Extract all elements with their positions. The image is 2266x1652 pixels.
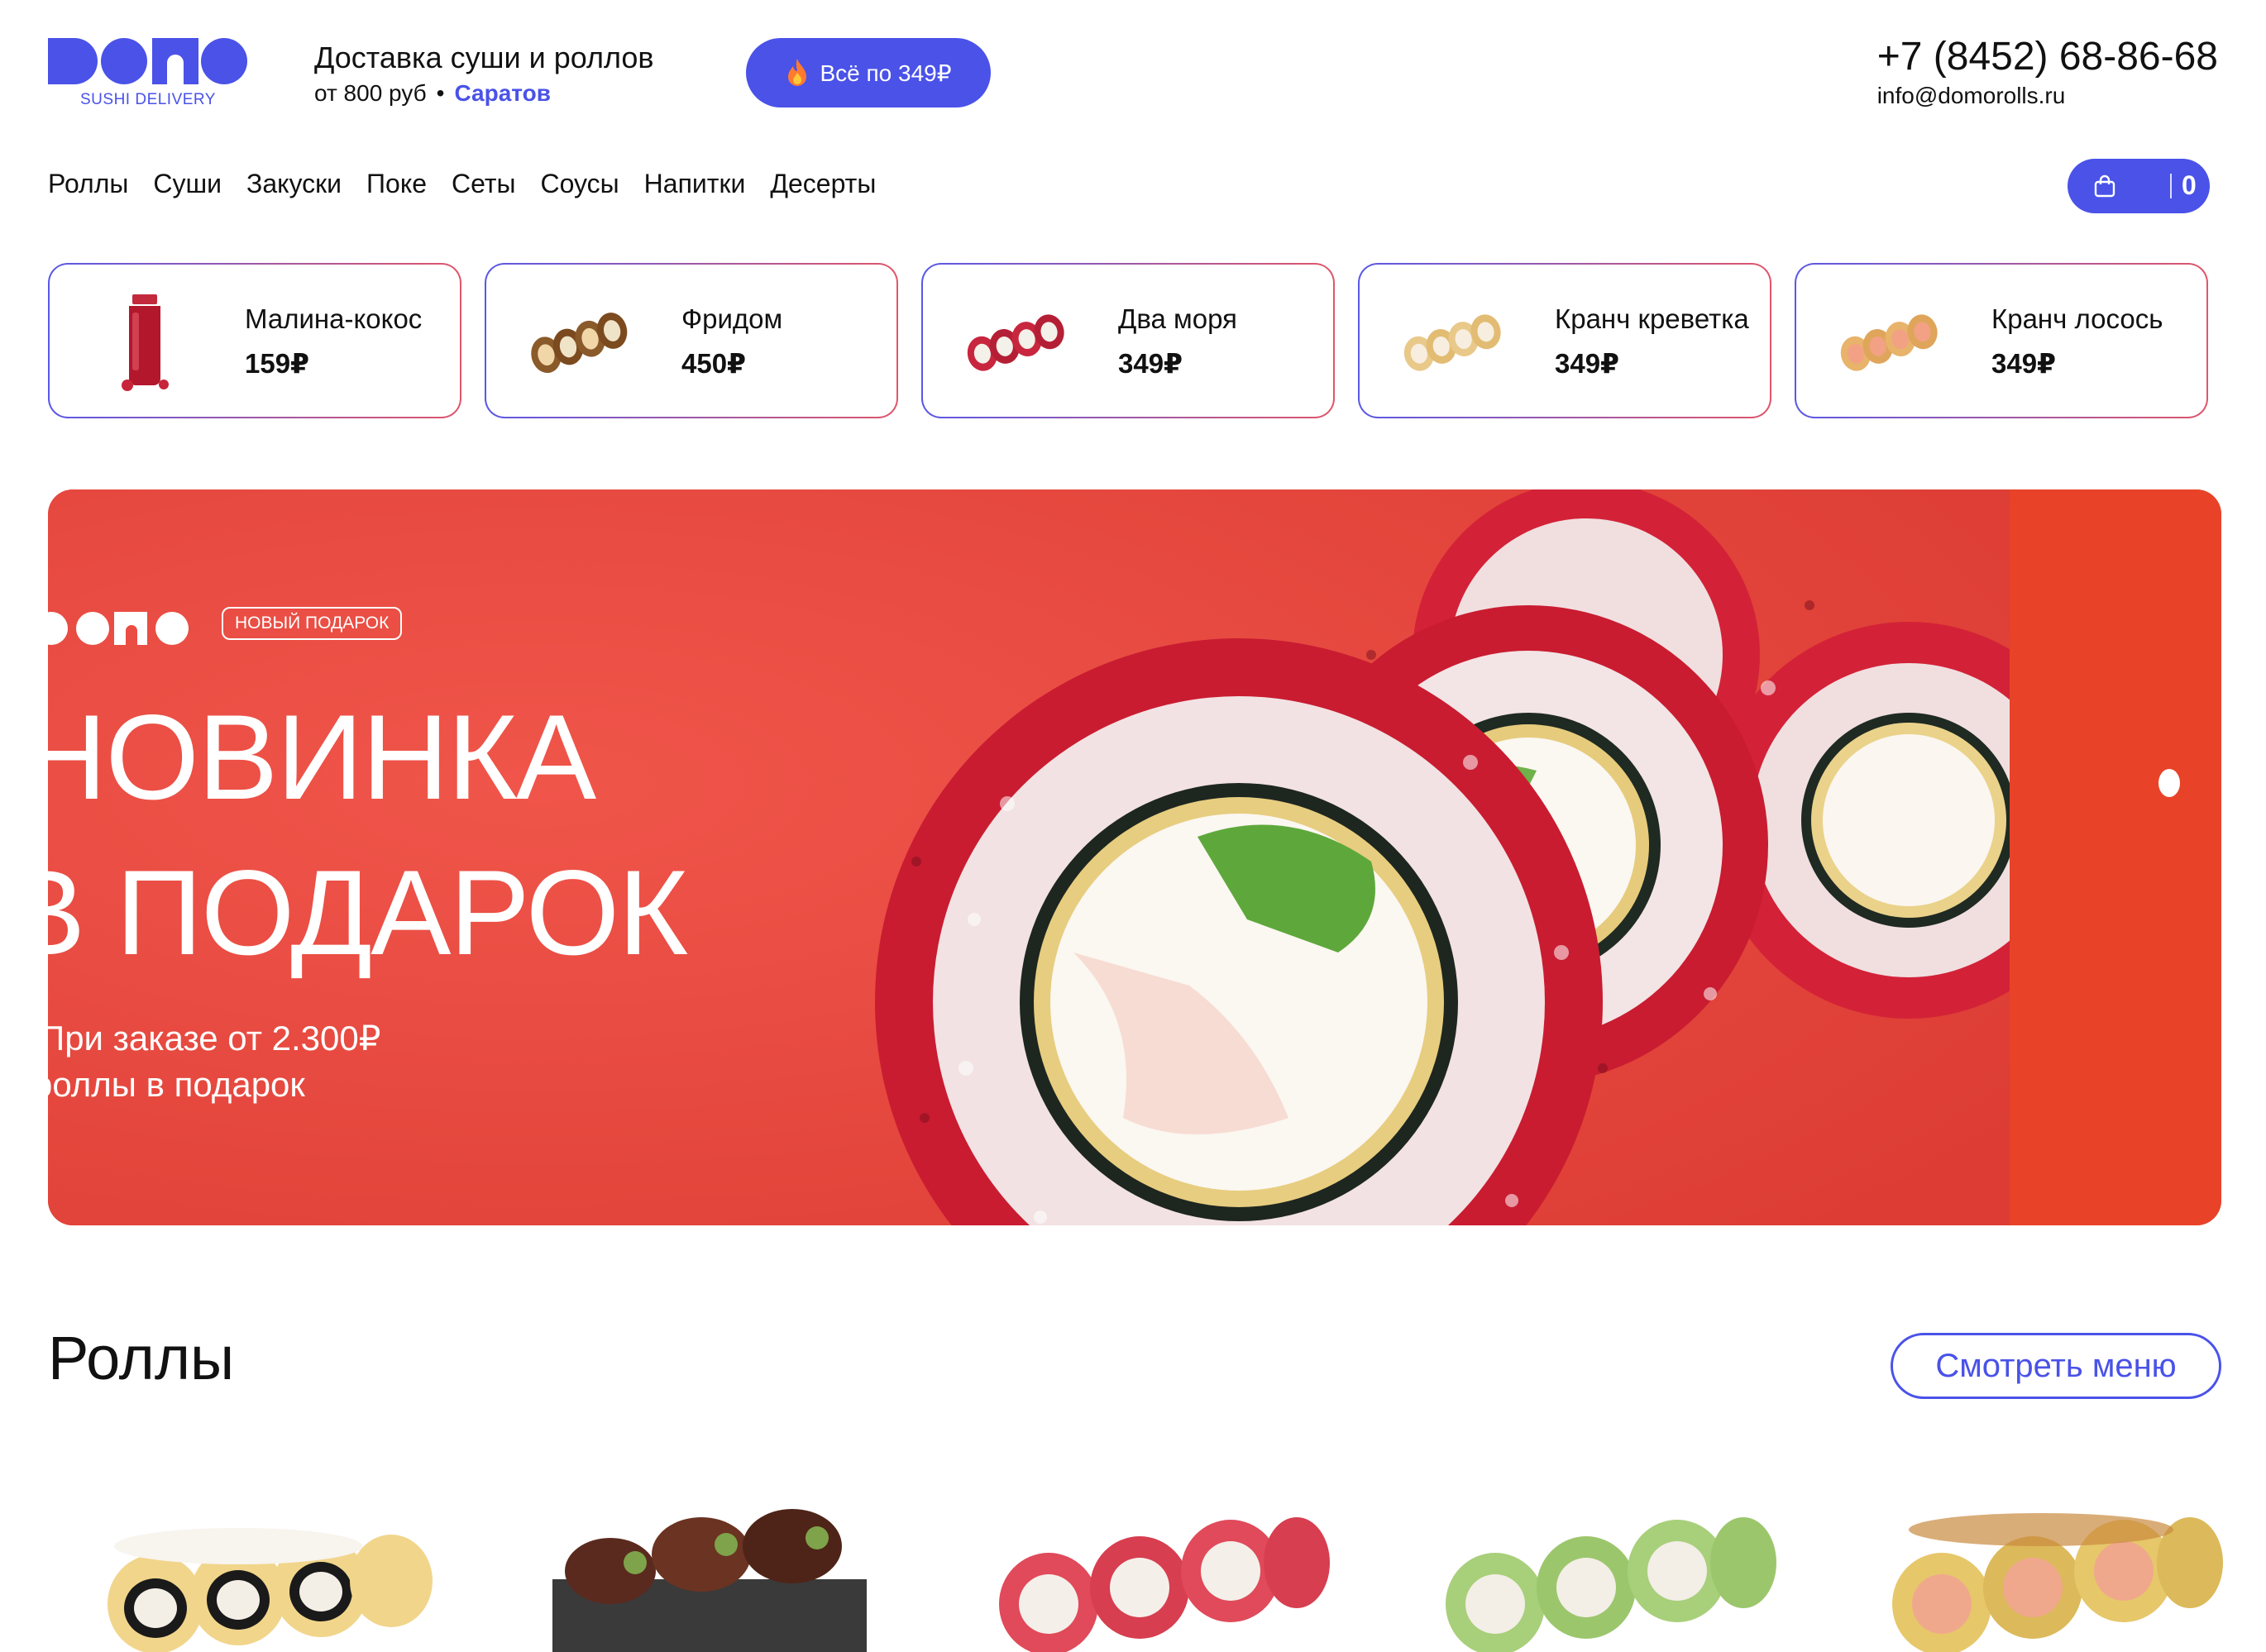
delivery-conditions: от 800 руб • Саратов	[314, 78, 654, 109]
nav-item-poke[interactable]: Поке	[366, 169, 427, 199]
contacts: +7 (8452) 68-86-68 info@domorolls.ru	[1877, 33, 2218, 111]
banner-logo	[48, 612, 189, 645]
promo-349-button[interactable]: Всё по 349₽	[746, 38, 991, 107]
featured-card[interactable]: Кранч лосось 349₽	[1795, 263, 2208, 418]
phone-link[interactable]: +7 (8452) 68-86-68	[1877, 33, 2218, 81]
roll-product-image[interactable]	[536, 1505, 883, 1652]
roll-product-image[interactable]	[1429, 1505, 1776, 1652]
cart-count: 0	[2182, 170, 2197, 200]
product-price: 159₽	[245, 347, 310, 379]
banner-title-line-1: НОВИНКА	[48, 690, 596, 824]
nav-item-snacks[interactable]: Закуски	[246, 169, 342, 199]
banner-subtitle-line-1: При заказе от 2.300₽	[48, 1019, 381, 1058]
featured-card[interactable]: Два моря 349₽	[921, 263, 1335, 418]
delivery-info: Доставка суши и роллов от 800 руб • Сарато…	[314, 40, 654, 109]
product-price: 349₽	[1991, 347, 2057, 379]
banner-subtitle-line-2: роллы в подарок	[48, 1065, 305, 1104]
delivery-min-order: от 800 руб	[314, 80, 427, 106]
product-image-roll	[967, 314, 1064, 371]
promo-label: Всё по 349₽	[820, 60, 952, 86]
product-name: Кранч лосось	[1991, 303, 2163, 334]
product-image-roll	[1403, 314, 1501, 371]
nav-item-rolls[interactable]: Роллы	[48, 169, 128, 199]
banner-edge	[2010, 489, 2221, 1225]
section-title: Роллы	[48, 1324, 235, 1392]
featured-card[interactable]: Кранч креветка 349₽	[1358, 263, 1771, 418]
email-link[interactable]: info@domorolls.ru	[1877, 81, 2218, 111]
city-selector[interactable]: Саратов	[454, 80, 550, 106]
featured-products: Малина-кокос 159₽ Фридом 450₽ Два моря 3…	[48, 263, 2208, 418]
view-menu-button[interactable]: Смотреть меню	[1891, 1333, 2221, 1399]
fire-icon	[788, 59, 807, 86]
logo-mark	[48, 38, 247, 84]
banner-tag: НОВЫЙ ПОДАРОК	[222, 607, 403, 640]
separator-dot: •	[436, 80, 445, 106]
product-price: 450₽	[681, 347, 747, 379]
cart-button[interactable]: 0	[2068, 159, 2210, 213]
product-name: Фридом	[681, 303, 783, 334]
product-image-roll	[1840, 314, 1938, 371]
card-info: Фридом 450₽	[681, 265, 888, 417]
product-name: Кранч креветка	[1555, 303, 1749, 334]
featured-card[interactable]: Фридом 450₽	[485, 263, 898, 418]
logo[interactable]: SUSHI DELIVERY	[48, 38, 248, 112]
category-nav: Роллы Суши Закуски Поке Сеты Соусы Напит…	[48, 169, 876, 199]
nav-item-desserts[interactable]: Десерты	[770, 169, 876, 199]
product-name: Два моря	[1118, 303, 1237, 334]
delivery-title: Доставка суши и роллов	[314, 41, 654, 74]
banner-subtitle: При заказе от 2.300₽ роллы в подарок	[48, 1015, 380, 1108]
product-name: Малина-кокос	[245, 303, 423, 334]
roll-product-image[interactable]	[89, 1505, 437, 1652]
product-price: 349₽	[1555, 347, 1620, 379]
nav-item-drinks[interactable]: Напитки	[644, 169, 746, 199]
cart-divider	[2170, 174, 2172, 198]
card-info: Кранч креветка 349₽	[1555, 265, 1762, 417]
banner-title: НОВИНКА В ПОДАРОК	[48, 680, 688, 991]
banner-title-line-2: В ПОДАРОК	[48, 845, 688, 980]
featured-card[interactable]: Малина-кокос 159₽	[48, 263, 461, 418]
product-price: 349₽	[1118, 347, 1183, 379]
card-info: Малина-кокос 159₽	[245, 265, 452, 417]
nav-item-sushi[interactable]: Суши	[153, 169, 222, 199]
shopping-bag-icon	[2094, 174, 2115, 198]
card-info: Два моря 349₽	[1118, 265, 1325, 417]
slider-next-dot[interactable]	[2158, 769, 2180, 797]
logo-subtitle: SUSHI DELIVERY	[80, 91, 216, 108]
product-image-roll	[531, 313, 628, 374]
nav-item-sauces[interactable]: Соусы	[540, 169, 619, 199]
roll-product-image[interactable]	[982, 1505, 1330, 1652]
product-image-drink	[122, 294, 169, 391]
promo-banner[interactable]: НОВЫЙ ПОДАРОК НОВИНКА В ПОДАРОК При зака…	[48, 489, 2221, 1225]
roll-product-image[interactable]	[1876, 1505, 2223, 1652]
card-info: Кранч лосось 349₽	[1991, 265, 2198, 417]
nav-item-sets[interactable]: Сеты	[452, 169, 516, 199]
